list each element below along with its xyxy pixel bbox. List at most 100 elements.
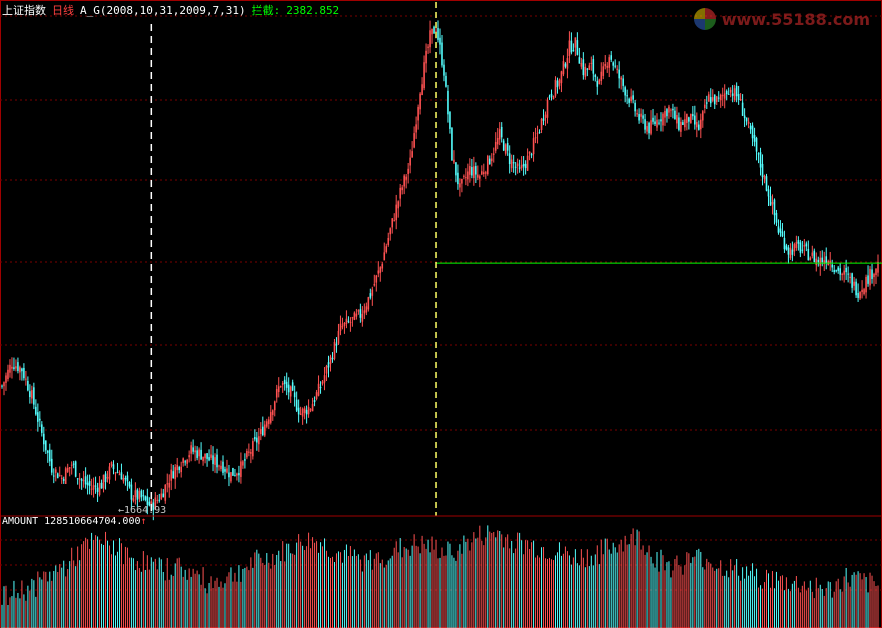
candle-body[interactable] xyxy=(156,499,159,501)
candle-body[interactable] xyxy=(849,276,851,279)
candle-body[interactable] xyxy=(727,93,730,95)
candle-body[interactable] xyxy=(857,293,859,298)
candle-body[interactable] xyxy=(453,159,455,163)
candle-body[interactable] xyxy=(50,458,53,473)
candle-body[interactable] xyxy=(303,408,306,413)
candle-body[interactable] xyxy=(711,97,714,101)
candle-body[interactable] xyxy=(795,242,798,248)
candle-body[interactable] xyxy=(475,166,477,175)
candle-body[interactable] xyxy=(415,124,417,133)
candle-body[interactable] xyxy=(351,317,354,319)
candle-body[interactable] xyxy=(403,175,405,187)
candle-body[interactable] xyxy=(793,244,796,252)
candle-body[interactable] xyxy=(118,474,121,476)
candle-body[interactable] xyxy=(604,63,607,67)
candle-body[interactable] xyxy=(496,137,499,145)
candle-body[interactable] xyxy=(759,152,762,168)
candle-body[interactable] xyxy=(821,257,824,263)
candle-body[interactable] xyxy=(45,440,47,451)
candle-body[interactable] xyxy=(588,65,591,70)
candle-body[interactable] xyxy=(546,100,549,118)
candle-body[interactable] xyxy=(869,268,871,286)
candle-body[interactable] xyxy=(70,464,73,466)
candle-body[interactable] xyxy=(674,110,676,120)
candle-body[interactable] xyxy=(224,469,226,472)
candle-body[interactable] xyxy=(230,472,232,482)
candle-body[interactable] xyxy=(620,77,622,80)
candle-body[interactable] xyxy=(80,479,83,481)
candle-body[interactable] xyxy=(600,71,603,81)
candle-body[interactable] xyxy=(166,483,169,485)
candle-body[interactable] xyxy=(775,212,778,223)
candle-body[interactable] xyxy=(865,276,867,293)
candle-body[interactable] xyxy=(598,79,601,85)
candle-body[interactable] xyxy=(395,204,397,221)
candle-body[interactable] xyxy=(182,458,184,464)
candle-body[interactable] xyxy=(417,106,419,121)
candle-body[interactable] xyxy=(389,228,392,235)
candle-body[interactable] xyxy=(23,367,25,379)
kline-chart[interactable] xyxy=(0,0,882,628)
period-label[interactable]: 日线 xyxy=(52,4,74,17)
candle-body[interactable] xyxy=(875,268,877,275)
candle-body[interactable] xyxy=(192,447,194,452)
candle-body[interactable] xyxy=(646,126,648,132)
candle-body[interactable] xyxy=(632,95,634,100)
candle-body[interactable] xyxy=(576,40,579,55)
candle-body[interactable] xyxy=(379,267,382,273)
volume-indicator-name[interactable]: AMOUNT xyxy=(2,516,38,527)
candle-body[interactable] xyxy=(528,151,531,154)
candle-body[interactable] xyxy=(680,121,682,132)
candle-body[interactable] xyxy=(556,80,559,88)
candle-body[interactable] xyxy=(835,270,837,272)
candle-body[interactable] xyxy=(72,463,75,465)
candle-body[interactable] xyxy=(807,248,810,261)
candle-body[interactable] xyxy=(244,459,246,461)
candle-body[interactable] xyxy=(246,451,248,458)
candle-body[interactable] xyxy=(694,115,696,125)
candle-body[interactable] xyxy=(815,258,818,266)
candle-body[interactable] xyxy=(240,461,242,477)
candle-body[interactable] xyxy=(624,87,626,96)
candle-body[interactable] xyxy=(220,465,222,470)
candle-body[interactable] xyxy=(664,111,666,118)
candle-body[interactable] xyxy=(757,153,760,155)
candle-body[interactable] xyxy=(82,480,85,482)
candle-body[interactable] xyxy=(273,401,276,411)
candle-body[interactable] xyxy=(317,383,320,396)
candle-body[interactable] xyxy=(688,117,690,122)
candle-body[interactable] xyxy=(307,407,310,415)
candle-body[interactable] xyxy=(323,375,326,383)
candle-body[interactable] xyxy=(13,367,15,369)
candle-body[interactable] xyxy=(3,382,5,387)
candle-body[interactable] xyxy=(238,473,240,476)
candle-body[interactable] xyxy=(644,119,646,130)
candle-body[interactable] xyxy=(39,418,41,421)
candle-body[interactable] xyxy=(168,482,171,488)
candle-body[interactable] xyxy=(222,461,224,473)
candle-body[interactable] xyxy=(504,144,507,154)
candle-body[interactable] xyxy=(825,256,828,264)
candle-body[interactable] xyxy=(534,137,537,139)
candle-body[interactable] xyxy=(355,313,358,317)
candle-body[interactable] xyxy=(309,409,312,411)
candle-body[interactable] xyxy=(654,121,656,125)
candle-body[interactable] xyxy=(29,391,31,398)
candle-body[interactable] xyxy=(813,250,816,262)
candle-body[interactable] xyxy=(516,163,519,167)
candle-body[interactable] xyxy=(755,138,758,152)
candle-body[interactable] xyxy=(228,472,230,478)
candle-body[interactable] xyxy=(92,485,95,490)
candle-body[interactable] xyxy=(172,471,175,479)
candle-body[interactable] xyxy=(381,263,384,269)
candle-body[interactable] xyxy=(572,50,575,52)
candle-body[interactable] xyxy=(315,392,318,399)
candle-body[interactable] xyxy=(74,461,77,477)
candle-body[interactable] xyxy=(638,114,640,121)
candle-body[interactable] xyxy=(731,93,734,96)
candle-body[interactable] xyxy=(608,57,611,68)
candle-body[interactable] xyxy=(684,119,686,128)
candle-body[interactable] xyxy=(773,199,776,216)
candle-body[interactable] xyxy=(250,452,252,454)
candle-body[interactable] xyxy=(542,118,545,121)
